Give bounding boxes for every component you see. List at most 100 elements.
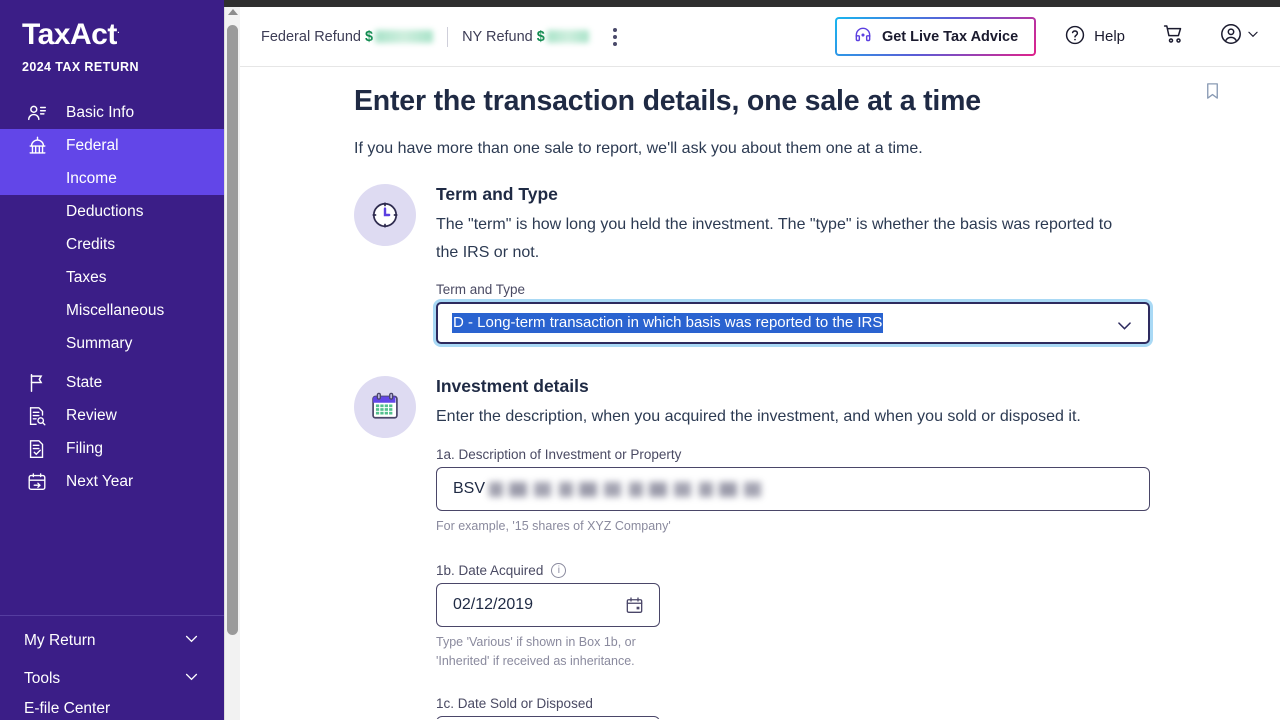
sidebar-item-summary-label: Summary xyxy=(66,334,133,352)
sidebar-item-my-return[interactable]: My Return xyxy=(0,622,224,660)
calendar-picker-icon[interactable] xyxy=(624,595,645,621)
ny-refund-amount-redacted xyxy=(546,30,589,44)
clock-icon xyxy=(354,184,416,246)
term-and-type-title: Term and Type xyxy=(436,184,558,204)
top-bar-actions: Get Live Tax Advice Help xyxy=(835,17,1280,56)
question-circle-icon xyxy=(1064,24,1086,50)
federal-refund-amount-redacted xyxy=(375,30,434,44)
term-and-type-field-label: Term and Type xyxy=(436,281,526,297)
description-of-investment-hint: For example, '15 shares of XYZ Company' xyxy=(436,519,671,534)
description-of-investment-value: BSV xyxy=(453,480,486,498)
sidebar-item-filing[interactable]: Filing xyxy=(0,432,224,465)
sidebar-item-taxes-label: Taxes xyxy=(66,268,107,286)
more-options-icon[interactable] xyxy=(607,22,623,52)
sidebar-item-federal[interactable]: Federal xyxy=(0,129,224,162)
logo-tax-text: Tax xyxy=(22,18,70,51)
top-bar: Federal Refund $ NY Refund $ Get Live Ta… xyxy=(240,7,1280,67)
sidebar-item-income-label: Income xyxy=(66,169,117,187)
description-of-investment-input[interactable]: BSV xyxy=(436,467,1150,512)
logo[interactable]: TaxAct. xyxy=(0,0,224,50)
sidebar-item-tools-label: Tools xyxy=(24,670,61,687)
refund-divider xyxy=(447,26,449,47)
account-avatar-icon xyxy=(1219,22,1243,51)
sidebar-item-efile-center-label: E-file Center xyxy=(24,700,111,717)
sidebar-item-review-label: Review xyxy=(66,406,117,424)
sidebar-item-deductions[interactable]: Deductions xyxy=(0,195,224,228)
sidebar-item-basic-info[interactable]: Basic Info xyxy=(0,96,224,129)
chevron-down-icon xyxy=(1115,316,1134,340)
capitol-icon xyxy=(26,135,52,157)
sidebar-item-tools[interactable]: Tools xyxy=(0,660,224,698)
sidebar-item-taxes[interactable]: Taxes xyxy=(0,261,224,294)
account-menu-button[interactable] xyxy=(1219,22,1260,51)
ny-refund-label: NY Refund xyxy=(462,28,533,45)
date-acquired-input[interactable]: 02/12/2019 xyxy=(436,582,660,627)
sidebar-divider xyxy=(0,615,224,616)
date-acquired-label-text: 1b. Date Acquired xyxy=(436,562,544,578)
date-acquired-hint: Type 'Various' if shown in Box 1b, or 'I… xyxy=(436,633,1184,672)
sidebar-item-filing-label: Filing xyxy=(66,439,104,457)
sidebar: TaxAct. 2024 TAX RETURN Basic Info Feder… xyxy=(0,0,224,720)
calendar-arrow-icon xyxy=(26,471,52,493)
date-sold-input[interactable]: 01/11/2024 xyxy=(436,715,660,719)
description-of-investment-label: 1a. Description of Investment or Propert… xyxy=(436,447,682,463)
ny-refund-currency: $ xyxy=(536,28,545,45)
help-label: Help xyxy=(1094,28,1125,45)
get-live-tax-advice-button[interactable]: Get Live Tax Advice xyxy=(835,17,1036,56)
date-sold-field: 1c. Date Sold or Disposed 01/11/2024 xyxy=(436,696,1184,719)
federal-refund[interactable]: Federal Refund $ xyxy=(261,28,434,45)
term-and-type-description: The "term" is how long you held the inve… xyxy=(436,216,1113,262)
sidebar-item-review[interactable]: Review xyxy=(0,399,224,432)
sidebar-item-credits-label: Credits xyxy=(66,235,116,253)
scroll-up-arrow-icon[interactable] xyxy=(228,9,238,15)
calendar-icon xyxy=(354,375,416,438)
sidebar-item-federal-label: Federal xyxy=(66,136,119,154)
sidebar-item-miscellaneous[interactable]: Miscellaneous xyxy=(0,294,224,327)
investment-details-description: Enter the description, when you acquired… xyxy=(436,407,1081,425)
federal-refund-label: Federal Refund xyxy=(261,28,361,45)
app-window: TaxAct. 2024 TAX RETURN Basic Info Feder… xyxy=(0,0,1280,720)
get-live-tax-advice-label: Get Live Tax Advice xyxy=(881,28,1019,45)
sidebar-item-summary[interactable]: Summary xyxy=(0,327,224,360)
term-and-type-field: Term and Type D - Long-term transaction … xyxy=(436,282,1184,344)
cart-icon xyxy=(1161,22,1187,51)
cart-button[interactable] xyxy=(1161,22,1187,51)
sidebar-item-next-year[interactable]: Next Year xyxy=(0,465,224,498)
logo-act-text: Act xyxy=(69,18,117,51)
sidebar-item-next-year-label: Next Year xyxy=(66,472,134,490)
sidebar-item-efile-center[interactable]: E-file Center xyxy=(0,698,224,720)
description-of-investment-value-redacted xyxy=(489,481,762,497)
date-acquired-hint-line1: Type 'Various' if shown in Box 1b, or xyxy=(436,634,636,649)
term-and-type-section: Term and Type The "term" is how long you… xyxy=(354,184,1184,344)
document-search-icon xyxy=(26,405,52,427)
description-of-investment-field: 1a. Description of Investment or Propert… xyxy=(436,447,1184,536)
term-and-type-select[interactable]: D - Long-term transaction in which basis… xyxy=(436,301,1150,344)
tax-year-label: 2024 TAX RETURN xyxy=(22,60,139,74)
bookmark-button[interactable] xyxy=(1203,79,1222,108)
sidebar-item-my-return-label: My Return xyxy=(24,632,96,649)
scrollbar-thumb[interactable] xyxy=(227,25,238,635)
term-and-type-selected-value: D - Long-term transaction in which basis… xyxy=(452,312,884,333)
headset-icon xyxy=(853,25,873,49)
page-subtitle: If you have more than one sale to report… xyxy=(354,140,923,157)
help-button[interactable]: Help xyxy=(1064,24,1125,50)
investment-details-section: Investment details Enter the description… xyxy=(354,375,1184,719)
page-scrollbar[interactable] xyxy=(224,7,240,720)
ny-refund[interactable]: NY Refund $ xyxy=(462,29,589,45)
date-acquired-hint-line2: 'Inherited' if received as inheritance. xyxy=(436,654,635,669)
sidebar-item-state[interactable]: State xyxy=(0,366,224,399)
date-acquired-label: 1b. Date Acquired i xyxy=(436,562,1184,578)
info-icon[interactable]: i xyxy=(551,562,567,578)
sidebar-item-basic-info-label: Basic Info xyxy=(66,103,135,121)
date-sold-label: 1c. Date Sold or Disposed xyxy=(436,695,593,711)
sidebar-item-income[interactable]: Income xyxy=(0,162,224,195)
sidebar-item-state-label: State xyxy=(66,373,103,391)
sidebar-item-credits[interactable]: Credits xyxy=(0,228,224,261)
sidebar-bottom-section: My Return Tools E-file Center xyxy=(0,615,224,720)
document-check-icon xyxy=(26,438,52,460)
logo-registered-mark: . xyxy=(116,24,120,36)
flag-icon xyxy=(26,372,52,394)
main-content: Federal Refund $ NY Refund $ Get Live Ta… xyxy=(240,7,1280,720)
sidebar-nav: Basic Info Federal Income Deductions Cre… xyxy=(0,96,224,498)
page-content: Enter the transaction details, one sale … xyxy=(240,67,1280,719)
